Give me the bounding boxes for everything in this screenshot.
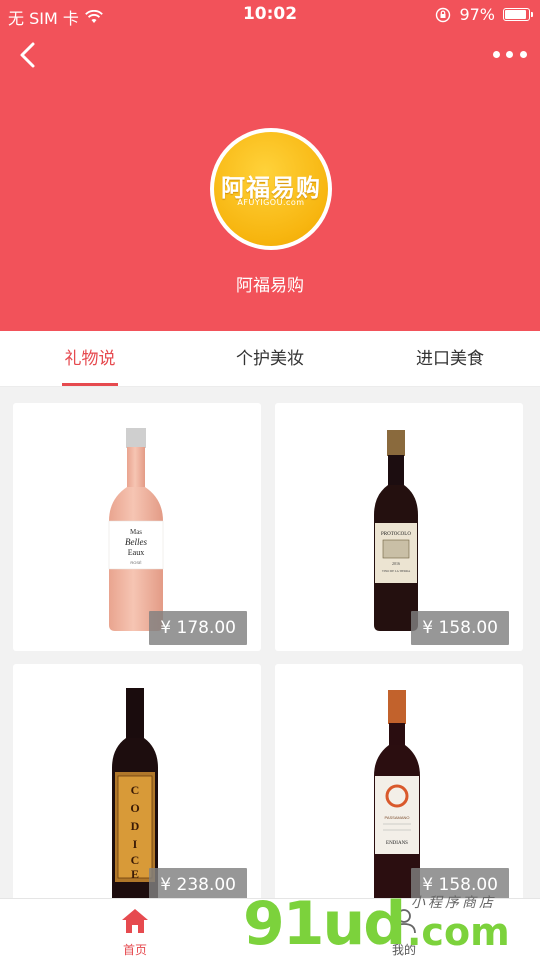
product-card[interactable]: Mas Belles Eaux ROSÉ ¥ 178.00 [13,403,261,651]
orientation-lock-icon [436,7,451,22]
home-icon [122,909,148,933]
tabbar-mine[interactable]: 我的 [364,899,444,960]
product-price: ¥ 238.00 [149,868,247,898]
tab-gift[interactable]: 礼物说 [0,331,180,386]
svg-text:Eaux: Eaux [128,548,144,557]
battery-level-fill [505,10,526,19]
svg-text:2016: 2016 [392,561,400,566]
product-price: ¥ 158.00 [411,611,509,645]
tabbar-mine-label: 我的 [391,943,416,957]
svg-text:O: O [130,801,139,815]
product-grid: Mas Belles Eaux ROSÉ ¥ 178.00 PROTOCOLO … [0,388,540,898]
tabbar-home-label: 首页 [122,943,147,957]
product-price: ¥ 158.00 [411,868,509,898]
svg-text:VINO DE LA TIERRA: VINO DE LA TIERRA [382,569,411,573]
product-card[interactable]: PASSAMANO ENDIANS ¥ 158.00 [275,664,523,898]
shop-logo-badge: 阿福易购 AFUYIGOU.com [214,132,328,246]
tab-beauty[interactable]: 个护美妆 [180,331,360,386]
red-wine-bottle-image: PASSAMANO ENDIANS [374,690,420,898]
product-card[interactable]: PROTOCOLO 2016 VINO DE LA TIERRA ¥ 158.0… [275,403,523,651]
svg-text:Mas: Mas [130,528,142,536]
more-dot [493,50,501,58]
svg-text:ENDIANS: ENDIANS [386,841,408,846]
svg-text:C: C [131,853,140,867]
svg-text:D: D [131,819,140,833]
more-dots-icon[interactable] [490,42,530,66]
svg-text:C: C [131,783,140,797]
tab-imported-food[interactable]: 进口美食 [360,331,540,386]
status-right: 97% [435,5,533,24]
svg-text:E: E [131,867,139,881]
shop-header: 无 SIM 卡 10:02 97% 阿福易购 AFUYIGOU.com 阿福易购 [0,0,540,331]
product-card[interactable]: C O D I C E ¥ 238.00 [13,664,261,898]
svg-text:ROSÉ: ROSÉ [130,560,142,565]
svg-text:I: I [133,837,138,851]
bottom-tab-bar: 首页 我的 [0,898,540,960]
tabbar-home[interactable]: 首页 [95,899,175,960]
svg-text:PASSAMANO: PASSAMANO [384,815,409,820]
shop-logo: 阿福易购 AFUYIGOU.com [210,128,332,250]
status-bar: 无 SIM 卡 10:02 97% [0,0,540,30]
svg-text:Belles: Belles [125,537,147,547]
category-tabs: 礼物说 个护美妆 进口美食 [0,331,540,387]
more-dot [506,50,514,58]
red-wine-bottle-image: C O D I C E [112,688,158,898]
shop-name: 阿福易购 [236,276,304,296]
battery-icon [503,8,533,21]
chevron-left-icon[interactable] [14,40,44,70]
svg-text:PROTOCOLO: PROTOCOLO [381,532,411,537]
more-dot [519,50,527,58]
shop-logo-subtext: AFUYIGOU.com [237,198,305,207]
product-price: ¥ 178.00 [149,611,247,645]
battery-percent: 97% [459,5,495,24]
user-icon [392,909,416,934]
